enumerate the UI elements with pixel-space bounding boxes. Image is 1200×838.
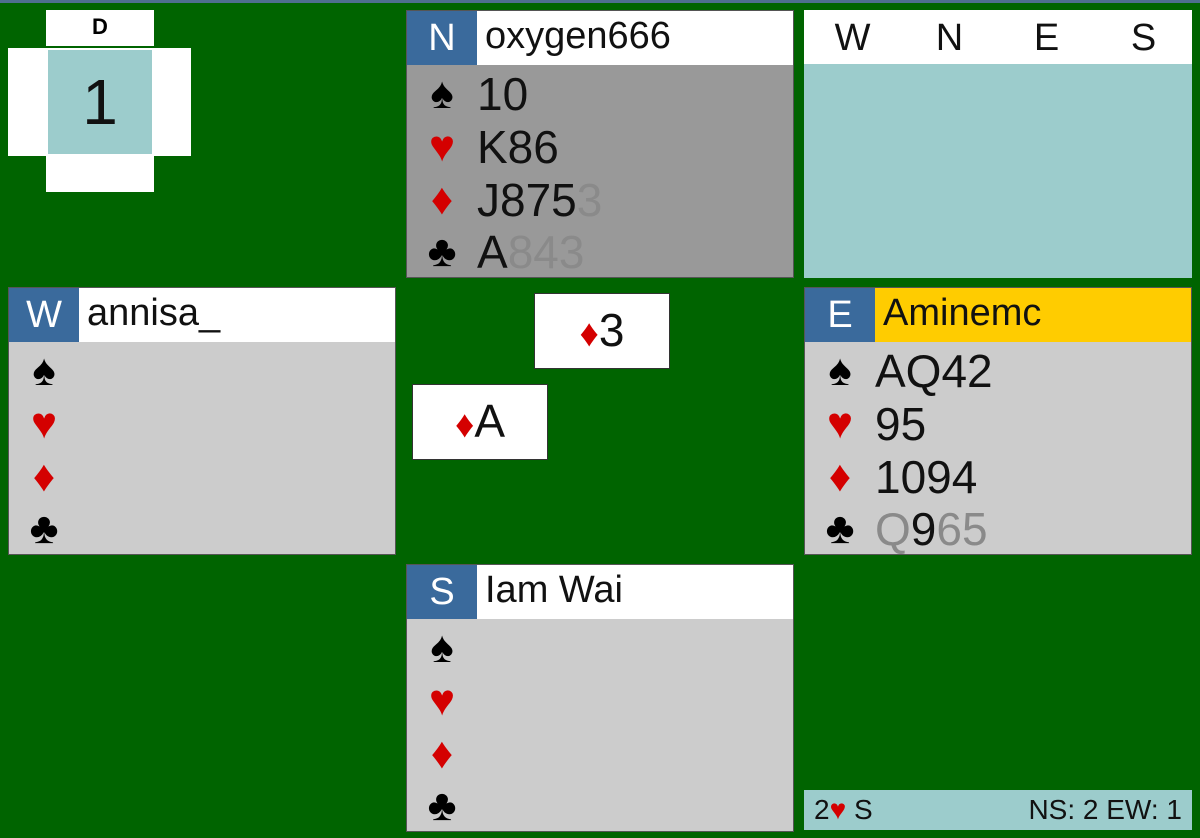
live-cards[interactable]: J875 — [477, 174, 577, 226]
suit-row-spades: ♠ — [19, 344, 379, 398]
vulnerability-east — [154, 48, 191, 156]
hand-east: E Aminemc ♠ AQ42 ♥ 95 ♦ 1094 ♣ Q965 — [804, 287, 1192, 555]
trick-card-north: ♦3 — [534, 293, 670, 369]
vulnerability-south — [46, 156, 154, 192]
heart-icon: ♥ — [30, 399, 58, 448]
hand-west: W annisa_ ♠ ♥ ♦ ♣ — [8, 287, 396, 555]
bid-column-south: S — [1130, 17, 1157, 59]
trick-rank-west: A — [474, 395, 506, 447]
suit-row-spades: ♠ — [417, 621, 777, 675]
club-icon: ♣ — [427, 781, 457, 830]
player-header-west: W annisa_ — [9, 288, 395, 342]
player-header-north: N oxygen666 — [407, 11, 793, 65]
suit-row-hearts: ♥ — [19, 397, 379, 451]
board-number: 1 — [46, 48, 154, 156]
suit-row-diamonds: ♦ 1094 — [815, 450, 1175, 504]
contract-level: 2 — [814, 794, 830, 825]
diamond-icon: ♦ — [32, 452, 56, 501]
contract: 2♥ S — [814, 790, 873, 830]
player-name-west: annisa_ — [87, 292, 221, 334]
suit-row-clubs: ♣ Q965 — [815, 502, 1175, 556]
suit-row-clubs: ♣ A843 — [417, 225, 777, 279]
player-header-south: S Iam Wai — [407, 565, 793, 619]
suit-row-spades: ♠ 10 — [417, 67, 777, 121]
cards-spades[interactable]: 10 — [477, 67, 528, 121]
live-cards[interactable]: K86 — [477, 121, 559, 173]
board-indicator: D 1 — [8, 10, 191, 192]
played-cards: Q — [875, 503, 911, 555]
cards-diamonds[interactable]: J8753 — [477, 173, 602, 227]
dealer-marker: D — [46, 10, 154, 46]
spade-icon: ♠ — [32, 346, 56, 395]
cards-clubs[interactable]: A843 — [477, 225, 584, 279]
seat-label-north: N — [407, 11, 477, 65]
club-icon: ♣ — [29, 504, 59, 553]
played-cards: 3 — [576, 174, 603, 226]
trick-score: NS: 2 EW: 1 — [1028, 794, 1182, 825]
hand-south: S Iam Wai ♠ ♥ ♦ ♣ — [406, 564, 794, 832]
live-cards[interactable]: A — [477, 226, 508, 278]
heart-icon: ♥ — [428, 676, 456, 725]
heart-icon: ♥ — [428, 122, 456, 171]
bid-column-west: W — [834, 17, 871, 59]
player-name-north: oxygen666 — [485, 15, 671, 57]
diamond-icon: ♦ — [430, 729, 454, 778]
cards-hearts[interactable]: 95 — [875, 397, 926, 451]
suit-row-hearts: ♥ — [417, 674, 777, 728]
cards-hearts[interactable]: K86 — [477, 120, 559, 174]
top-border — [0, 0, 1200, 3]
seat-label-east: E — [805, 288, 875, 342]
contract-declarer: S — [853, 794, 873, 825]
cards-diamonds[interactable]: 1094 — [875, 450, 977, 504]
player-header-east: E Aminemc — [805, 288, 1191, 342]
status-bar: 2♥ S NS: 2 EW: 1 — [804, 790, 1192, 830]
club-icon: ♣ — [825, 504, 855, 553]
spade-icon: ♠ — [430, 623, 454, 672]
suit-row-clubs: ♣ — [19, 502, 379, 556]
trick-rank-north: 3 — [598, 304, 625, 356]
suit-row-hearts: ♥ K86 — [417, 120, 777, 174]
bidding-box: W N E S — [804, 10, 1192, 278]
spade-icon: ♠ — [430, 69, 454, 118]
seat-label-west: W — [9, 288, 79, 342]
seat-label-south: S — [407, 565, 477, 619]
cards-spades[interactable]: AQ42 — [875, 344, 993, 398]
live-cards[interactable]: 10 — [477, 68, 528, 120]
diamond-icon: ♦ — [430, 175, 454, 224]
diamond-icon: ♦ — [828, 452, 852, 501]
club-icon: ♣ — [427, 227, 457, 276]
suit-row-diamonds: ♦ — [19, 450, 379, 504]
suit-row-clubs: ♣ — [417, 779, 777, 833]
bidding-header: W N E S — [804, 10, 1192, 64]
player-name-east: Aminemc — [883, 292, 1042, 334]
diamond-icon: ♦ — [579, 313, 599, 355]
bid-column-east: E — [1033, 17, 1060, 59]
heart-icon: ♥ — [829, 794, 847, 825]
trick-card-west: ♦A — [412, 384, 548, 460]
spade-icon: ♠ — [828, 346, 852, 395]
diamond-icon: ♦ — [454, 404, 475, 446]
live-cards[interactable]: 9 — [911, 503, 937, 555]
bid-column-north: N — [935, 17, 964, 59]
hand-north: N oxygen666 ♠ 10 ♥ K86 ♦ J8753 ♣ A843 — [406, 10, 794, 278]
suit-row-diamonds: ♦ J8753 — [417, 173, 777, 227]
played-cards: 843 — [507, 226, 585, 278]
cards-clubs[interactable]: Q965 — [875, 502, 988, 556]
suit-row-spades: ♠ AQ42 — [815, 344, 1175, 398]
suit-row-hearts: ♥ 95 — [815, 397, 1175, 451]
player-name-south: Iam Wai — [485, 569, 623, 611]
suit-row-diamonds: ♦ — [417, 727, 777, 781]
played-cards: 65 — [936, 503, 988, 555]
heart-icon: ♥ — [826, 399, 854, 448]
vulnerability-west — [8, 48, 46, 156]
